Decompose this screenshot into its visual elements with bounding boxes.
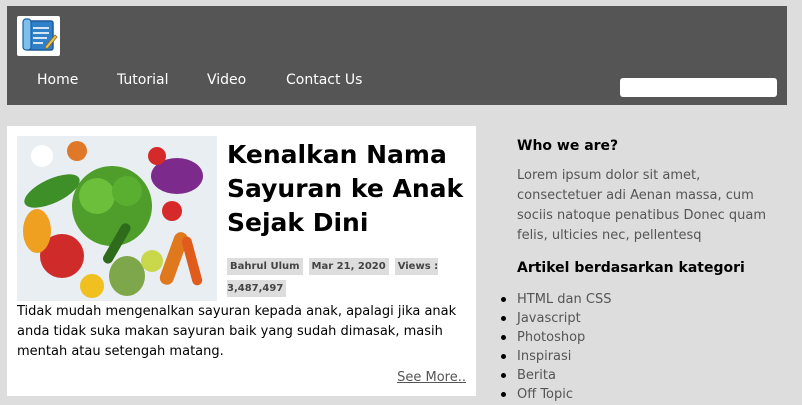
category-item[interactable]: Javascript — [500, 309, 611, 328]
site-header: Home Tutorial Video Contact Us — [7, 6, 787, 105]
category-item[interactable]: Berita — [500, 366, 611, 385]
article-date: Mar 21, 2020 — [308, 258, 389, 275]
article-meta: Bahrul Ulum Mar 21, 2020 Views : 3,487,497 — [227, 256, 467, 300]
nav-tutorial[interactable]: Tutorial — [117, 72, 168, 88]
about-heading: Who we are? — [517, 138, 619, 154]
vegetables-image[interactable] — [17, 136, 217, 301]
nav-home[interactable]: Home — [37, 72, 78, 88]
search-input[interactable] — [620, 78, 777, 97]
article-author: Bahrul Ulum — [227, 258, 303, 275]
see-more-link[interactable]: See More.. — [397, 370, 466, 385]
category-list: HTML dan CSS Javascript Photoshop Inspir… — [500, 290, 611, 404]
category-item[interactable]: Photoshop — [500, 328, 611, 347]
category-item[interactable]: Off Topic — [500, 385, 611, 404]
notepad-quill-icon — [22, 18, 58, 51]
about-text: Lorem ipsum dolor sit amet, consectetuer… — [517, 168, 767, 243]
category-item[interactable]: Inspirasi — [500, 347, 611, 366]
category-item[interactable]: HTML dan CSS — [500, 290, 611, 309]
site-logo[interactable] — [17, 16, 60, 56]
article-title[interactable]: Kenalkan Nama Sayuran ke Anak Sejak Dini — [227, 138, 467, 240]
article-card: Kenalkan Nama Sayuran ke Anak Sejak Dini… — [7, 126, 476, 396]
article-excerpt: Tidak mudah mengenalkan sayuran kepada a… — [17, 304, 457, 359]
categories-heading: Artikel berdasarkan kategori — [517, 260, 745, 276]
nav-contact-us[interactable]: Contact Us — [286, 72, 362, 88]
nav-video[interactable]: Video — [207, 72, 246, 88]
sidebar: Who we are? Lorem ipsum dolor sit amet, … — [500, 136, 787, 402]
